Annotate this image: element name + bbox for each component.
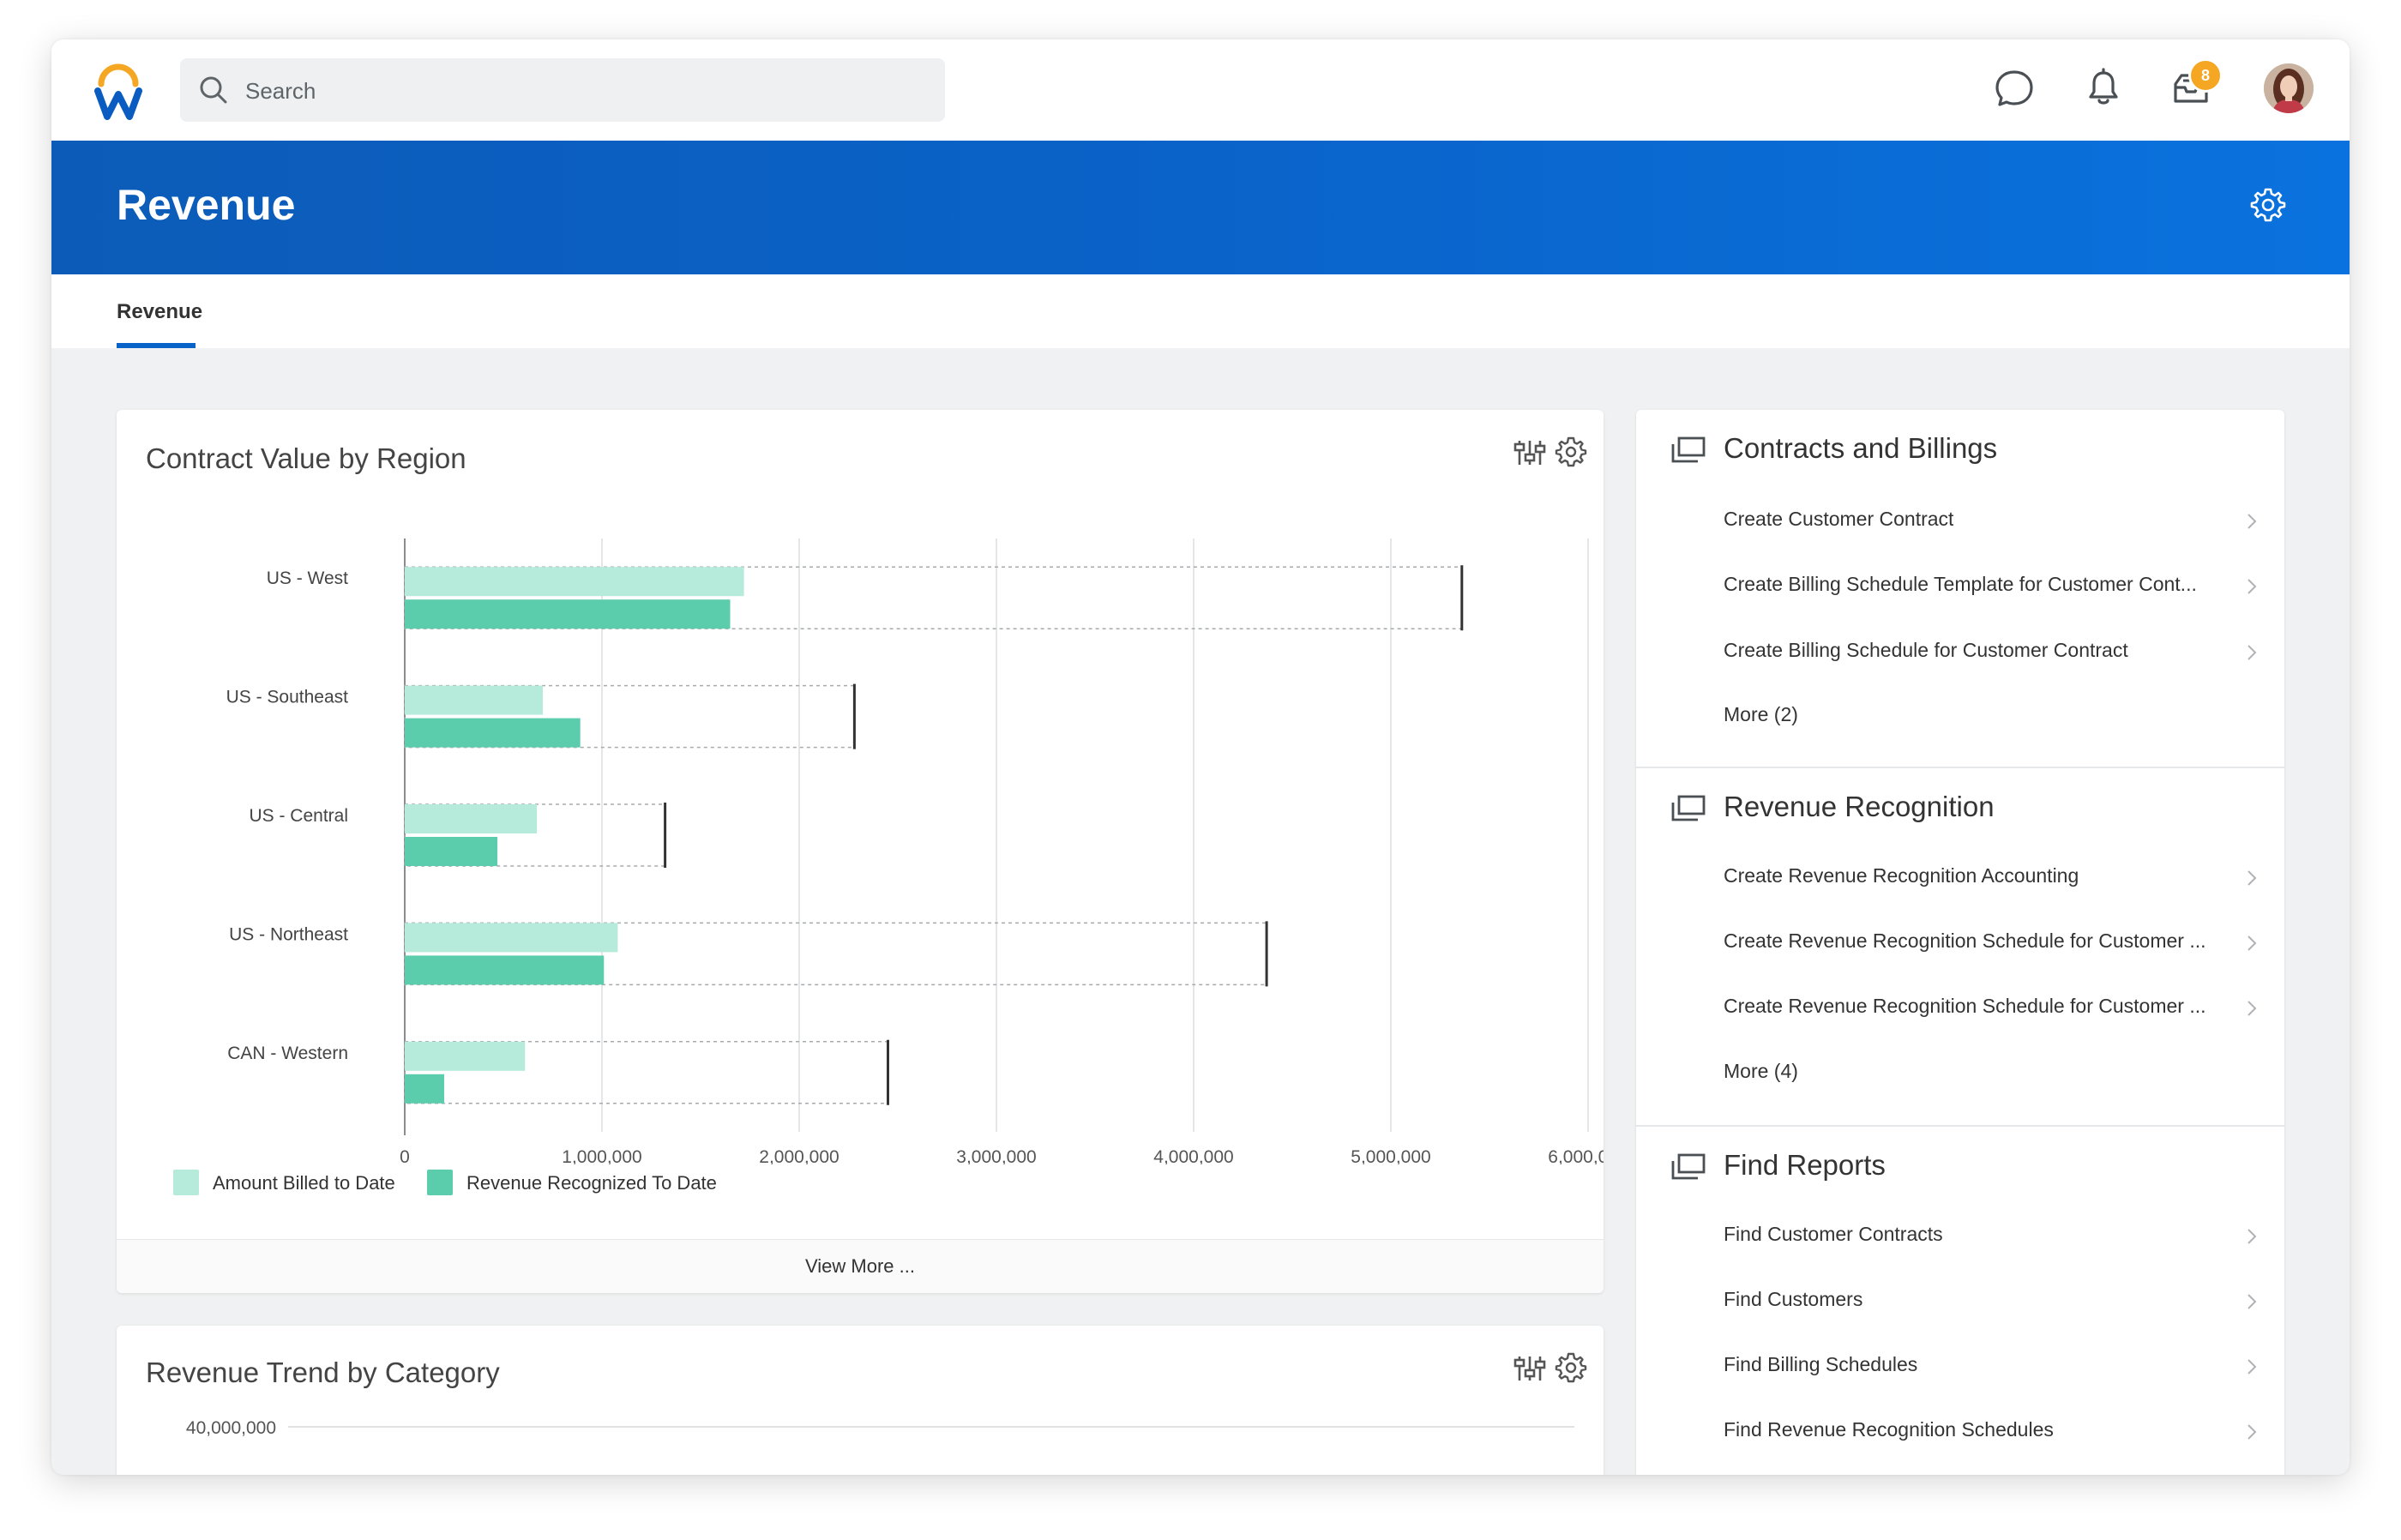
item-label: Find Revenue Recognition Schedules bbox=[1724, 1418, 2054, 1441]
item-label: Create Customer Contract bbox=[1724, 508, 1954, 530]
section-title: Revenue Recognition bbox=[1724, 791, 1995, 822]
legend-swatch-billed bbox=[173, 1170, 199, 1195]
chat-icon[interactable] bbox=[1991, 65, 2037, 111]
item-label: Create Billing Schedule Template for Cus… bbox=[1724, 573, 2197, 595]
x-tick-label: 3,000,000 bbox=[956, 1147, 1036, 1164]
category-label: US - Central bbox=[249, 806, 348, 826]
tab-revenue[interactable]: Revenue bbox=[117, 274, 202, 348]
bar-revenue-recognized bbox=[405, 1074, 444, 1104]
search-input[interactable] bbox=[244, 58, 933, 123]
legend-swatch-recognized bbox=[427, 1170, 453, 1195]
x-tick-label: 6,000,000 bbox=[1548, 1147, 1604, 1164]
contract-value-bar-chart: 0 1,000,000 2,000,000 3,000,000 4,000,000 5,0… bbox=[226, 538, 1604, 1164]
chevron-right-icon bbox=[2248, 1229, 2257, 1244]
section-revenue-recognition: Revenue Recognition Create Revenue Recog… bbox=[1636, 768, 2284, 1125]
chevron-right-icon bbox=[2248, 579, 2257, 594]
bar-revenue-recognized bbox=[405, 599, 731, 629]
item-label: Find Billing Schedules bbox=[1724, 1353, 1918, 1375]
tab-bar: Revenue bbox=[51, 274, 2350, 348]
category-label: CAN - Western bbox=[227, 1044, 348, 1063]
x-tick-label: 4,000,000 bbox=[1153, 1147, 1233, 1164]
legend-label: Amount Billed to Date bbox=[213, 1172, 395, 1194]
item-label: Create Revenue Recognition Accounting bbox=[1724, 864, 2079, 887]
revenue-trend-card: Revenue Trend by Category 40,000,000 bbox=[117, 1326, 1604, 1475]
list-item-create-revenue-recognition-schedule-2[interactable]: Create Revenue Recognition Schedule for … bbox=[1636, 983, 2284, 1032]
search-bar[interactable] bbox=[180, 58, 945, 123]
related-actions-window-icon bbox=[1671, 795, 1706, 821]
related-actions-window-icon bbox=[1671, 436, 1706, 463]
chevron-right-icon bbox=[2248, 1424, 2257, 1440]
chevron-right-icon bbox=[2248, 1294, 2257, 1309]
section-contracts-billings: Contracts and Billings Create Customer C… bbox=[1636, 410, 2284, 767]
more-link[interactable]: More (2) bbox=[1724, 703, 1798, 726]
list-item-create-customer-contract[interactable]: Create Customer Contract bbox=[1636, 496, 2284, 545]
page-settings-gear-icon[interactable] bbox=[2248, 185, 2288, 225]
chevron-right-icon bbox=[2248, 870, 2257, 886]
view-more-link[interactable]: View More ... bbox=[117, 1239, 1604, 1293]
item-label: Find Customers bbox=[1724, 1288, 1863, 1310]
active-tab-indicator bbox=[117, 343, 196, 348]
category-label: US - Southeast bbox=[226, 688, 349, 707]
item-label: Create Billing Schedule for Customer Con… bbox=[1724, 639, 2128, 661]
bar-revenue-recognized bbox=[405, 837, 498, 866]
item-label: Find Customer Contracts bbox=[1724, 1223, 1943, 1245]
bar-revenue-recognized bbox=[405, 955, 605, 985]
avatar-portrait-icon bbox=[2264, 63, 2314, 113]
chevron-right-icon bbox=[2248, 1359, 2257, 1375]
related-actions-window-icon bbox=[1671, 1153, 1706, 1180]
item-label: Create Revenue Recognition Schedule for … bbox=[1724, 995, 2206, 1017]
bar-revenue-recognized bbox=[405, 718, 581, 748]
item-label: Create Revenue Recognition Schedule for … bbox=[1724, 929, 2206, 952]
chevron-right-icon bbox=[2248, 935, 2257, 951]
page-title: Revenue bbox=[117, 181, 296, 229]
app-window: 8 Revenue Revenue Contract Value by Regi… bbox=[51, 39, 2350, 1475]
bar-amount-billed bbox=[405, 685, 543, 715]
bar-amount-billed bbox=[405, 804, 538, 833]
chevron-right-icon bbox=[2248, 1001, 2257, 1016]
section-find-reports: Find Reports Find Customer Contracts Fin… bbox=[1636, 1127, 2284, 1475]
user-avatar[interactable] bbox=[2264, 63, 2314, 113]
more-link[interactable]: More (4) bbox=[1724, 1060, 1798, 1083]
section-title: Contracts and Billings bbox=[1724, 432, 1998, 464]
inbox-count-badge: 8 bbox=[2188, 58, 2223, 93]
list-item-create-billing-schedule[interactable]: Create Billing Schedule for Customer Con… bbox=[1636, 627, 2284, 677]
list-item-find-billing-schedules[interactable]: Find Billing Schedules bbox=[1636, 1341, 2284, 1391]
x-tick-label: 0 bbox=[400, 1147, 410, 1164]
contract-value-card: Contract Value by Region 0 1,000,000 2,000… bbox=[117, 410, 1604, 1293]
bar-amount-billed bbox=[405, 1041, 526, 1071]
x-tick-label: 2,000,000 bbox=[759, 1147, 839, 1164]
category-label: US - Northeast bbox=[229, 924, 348, 944]
workday-logo-icon[interactable] bbox=[93, 60, 144, 120]
notifications-bell-icon[interactable] bbox=[2080, 65, 2127, 111]
x-tick-label: 5,000,000 bbox=[1351, 1147, 1430, 1164]
worklets-panel: Contracts and Billings Create Customer C… bbox=[1636, 410, 2284, 1475]
list-item-find-revenue-recognition-schedules[interactable]: Find Revenue Recognition Schedules bbox=[1636, 1406, 2284, 1456]
list-item-find-customer-contracts[interactable]: Find Customer Contracts bbox=[1636, 1211, 2284, 1260]
bar-amount-billed bbox=[405, 923, 618, 953]
top-bar: 8 bbox=[51, 39, 2350, 141]
chevron-right-icon bbox=[2248, 514, 2257, 529]
search-icon bbox=[200, 76, 227, 104]
legend-label: Revenue Recognized To Date bbox=[466, 1172, 717, 1194]
list-item-create-revenue-recognition-accounting[interactable]: Create Revenue Recognition Accounting bbox=[1636, 852, 2284, 902]
chevron-right-icon bbox=[2248, 645, 2257, 660]
page-banner: Revenue bbox=[51, 141, 2350, 274]
y-tick-label: 40,000,000 bbox=[186, 1418, 276, 1438]
list-item-create-revenue-recognition-schedule-1[interactable]: Create Revenue Recognition Schedule for … bbox=[1636, 917, 2284, 967]
list-item-find-customers[interactable]: Find Customers bbox=[1636, 1276, 2284, 1326]
revenue-trend-line-chart: 40,000,000 bbox=[186, 1418, 1574, 1438]
x-tick-label: 1,000,000 bbox=[562, 1147, 641, 1164]
list-item-create-billing-schedule-template[interactable]: Create Billing Schedule Template for Cus… bbox=[1636, 561, 2284, 611]
section-title: Find Reports bbox=[1724, 1149, 1886, 1181]
category-label: US - West bbox=[267, 568, 348, 588]
bar-amount-billed bbox=[405, 567, 744, 597]
